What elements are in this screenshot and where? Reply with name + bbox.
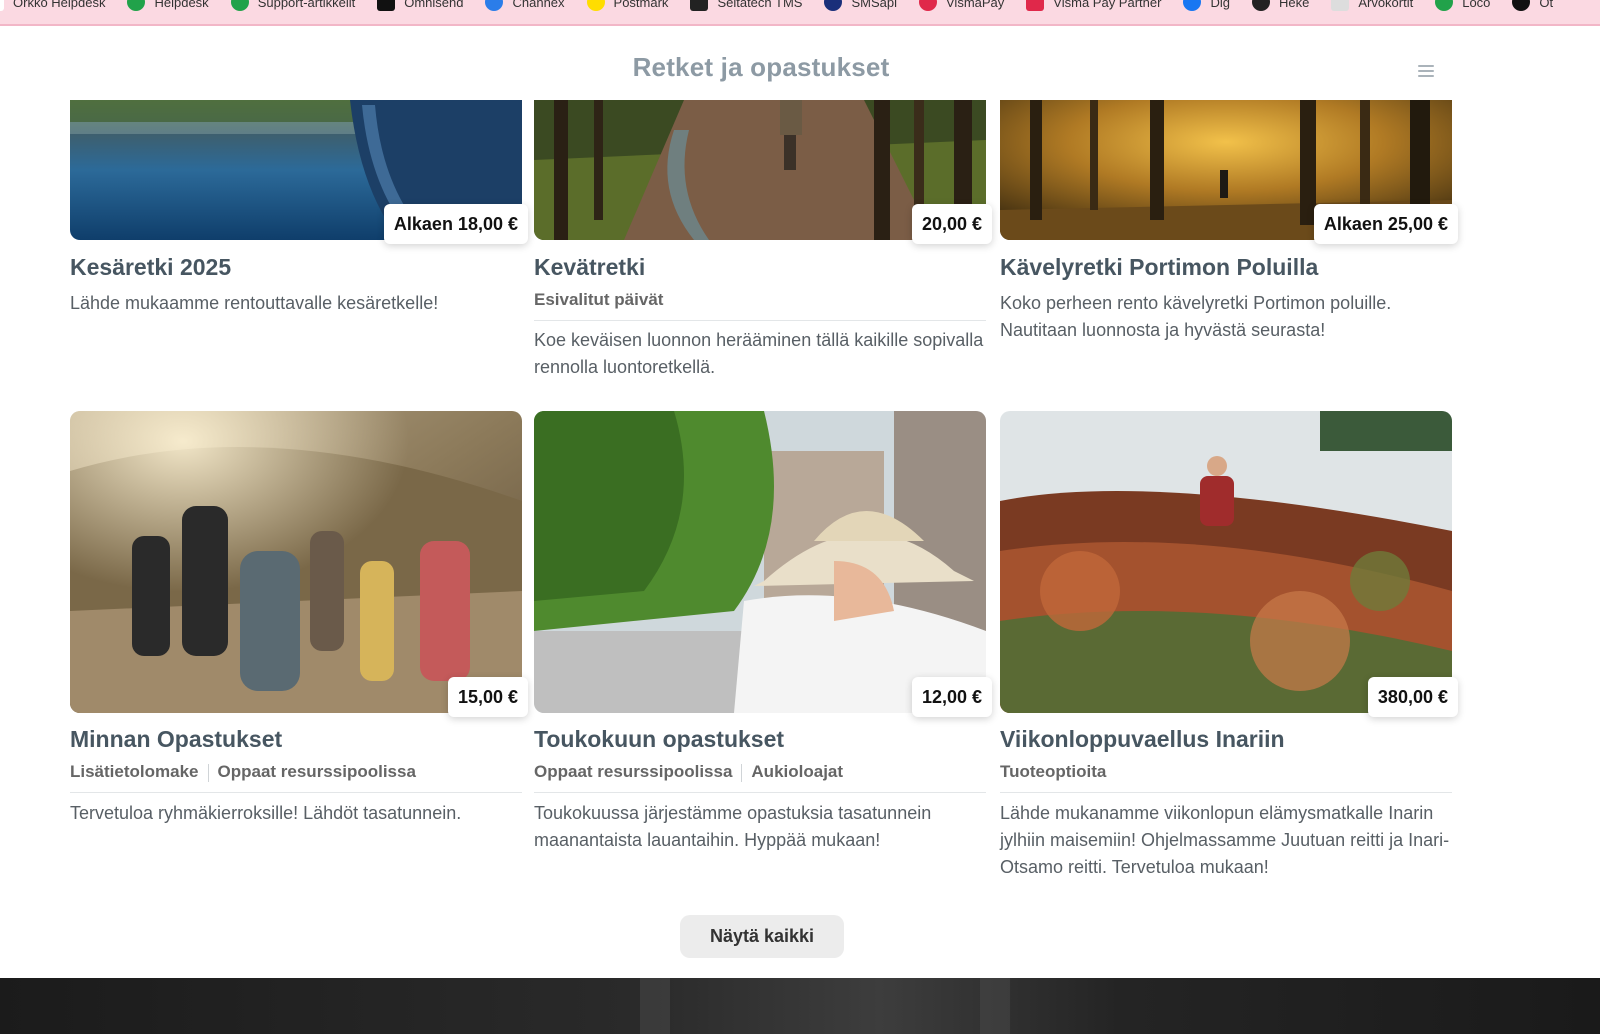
bookmark-label: Support-artikkelit <box>257 0 356 10</box>
price-badge: 20,00 € <box>911 204 992 244</box>
bookmark-label: Orkko Helpdesk <box>13 0 106 10</box>
postmark-icon <box>586 0 605 11</box>
card-title[interactable]: Toukokuun opastukset <box>534 726 784 753</box>
smsapi-icon <box>824 0 843 11</box>
bookmark-item[interactable]: SMSapi <box>824 0 897 11</box>
bookmark-label: Channex <box>512 0 565 10</box>
page-header: Retket ja opastukset <box>0 26 1600 100</box>
bookmark-item[interactable]: Support-artikkelit <box>230 0 356 11</box>
city-tour-photo <box>534 411 986 713</box>
bookmark-item[interactable]: Visma Pay Partner <box>1026 0 1162 11</box>
bookmark-label: Postmark <box>613 0 669 10</box>
tag: Oppaat resurssipoolissa <box>217 762 416 781</box>
card-image-inari-lake[interactable] <box>1000 411 1452 713</box>
hiking-group-photo <box>70 411 522 713</box>
tag-separator <box>741 763 743 782</box>
bookmark-label: SMSapi <box>851 0 897 10</box>
bookmark-item[interactable]: Channex <box>485 0 565 11</box>
card-title[interactable]: Kevätretki <box>534 254 645 281</box>
tag: Tuoteoptioita <box>1000 762 1107 781</box>
bookmark-label: Seitatech TMS <box>717 0 803 10</box>
footer-beam <box>980 978 1010 1034</box>
bookmark-label: Dig <box>1210 0 1230 10</box>
bookmark-item[interactable]: Heke <box>1251 0 1310 11</box>
bookmark-item[interactable]: Orkko Helpdesk <box>0 0 106 11</box>
card-description: Tervetuloa ryhmäkierroksille! Lähdöt tas… <box>70 803 462 823</box>
channex-icon <box>485 0 504 11</box>
heke-icon <box>1251 0 1270 11</box>
card-description: Lähde mukanamme viikonlopun elämysmatkal… <box>1000 803 1450 877</box>
support-icon <box>230 0 249 11</box>
bookmark-label: Visma Pay Partner <box>1053 0 1162 10</box>
price-badge: 15,00 € <box>447 677 528 717</box>
bookmarks-bar: Orkko Helpdesk Helpdesk Support-artikkelit… <box>0 0 1600 26</box>
bookmark-item[interactable]: Omnisend <box>377 0 464 11</box>
ot-icon <box>1512 0 1531 11</box>
bookmark-item[interactable]: Postmark <box>586 0 669 11</box>
tag: Esivalitut päivät <box>534 290 664 309</box>
dig-icon <box>1183 0 1202 11</box>
card-description: Koko perheen rento kävelyretki Portimon … <box>1000 293 1392 340</box>
vismapay-partner-icon <box>1026 0 1045 11</box>
bookmark-label: Loco <box>1462 0 1491 10</box>
card-title[interactable]: Viikonloppuvaellus Inariin <box>1000 726 1285 753</box>
bookmark-label: Arvokortit <box>1358 0 1414 10</box>
price-badge: Alkaen 25,00 € <box>1313 204 1458 244</box>
helpdesk-icon <box>127 0 146 11</box>
card-image-city-tour[interactable] <box>534 411 986 713</box>
tag: Aukioloajat <box>751 762 844 781</box>
bookmark-item[interactable]: Seitatech TMS <box>690 0 803 11</box>
bookmark-item[interactable]: Arvokortit <box>1331 0 1414 11</box>
price-badge: 380,00 € <box>1367 677 1458 717</box>
bookmark-label: Helpdesk <box>154 0 209 10</box>
card-image-hiking-group[interactable] <box>70 411 522 713</box>
orkko-icon <box>0 0 4 11</box>
price-badge: Alkaen 18,00 € <box>383 204 528 244</box>
card-tags: Oppaat resurssipoolissa Aukioloajat <box>534 762 986 793</box>
card-title[interactable]: Kävelyretki Portimon Poluilla <box>1000 254 1318 281</box>
omnisend-icon <box>377 0 396 11</box>
inari-lake-photo <box>1000 411 1452 713</box>
seitatech-icon <box>690 0 709 11</box>
bookmark-label: VismaPay <box>946 0 1005 10</box>
arvokortit-icon <box>1331 0 1350 11</box>
bookmark-label: Omnisend <box>404 0 464 10</box>
card-title[interactable]: Kesäretki 2025 <box>70 254 231 281</box>
page-title: Retket ja opastukset <box>632 52 890 82</box>
loco-icon <box>1435 0 1454 11</box>
card-tags: Tuoteoptioita <box>1000 762 1452 793</box>
card-description: Toukokuussa järjestämme opastuksia tasat… <box>534 803 932 850</box>
card-description: Lähde mukaamme rentouttavalle kesäretkel… <box>70 293 439 313</box>
tag: Oppaat resurssipoolissa <box>534 762 733 781</box>
tag: Lisätietolomake <box>70 762 199 781</box>
tag-separator <box>207 763 209 782</box>
bookmark-label: Ot <box>1539 0 1554 10</box>
hamburger-menu-icon[interactable] <box>1416 62 1438 80</box>
footer-beam <box>640 978 670 1034</box>
bookmark-item[interactable]: Dig <box>1183 0 1230 11</box>
bookmark-item[interactable]: Helpdesk <box>127 0 209 11</box>
card-tags: Lisätietolomake Oppaat resurssipoolissa <box>70 762 522 793</box>
price-badge: 12,00 € <box>911 677 992 717</box>
show-all-button[interactable]: Näytä kaikki <box>680 915 844 958</box>
card-title[interactable]: Minnan Opastukset <box>70 726 282 753</box>
bookmark-item[interactable]: Loco <box>1435 0 1491 11</box>
bookmark-item[interactable]: Ot <box>1512 0 1554 11</box>
footer-dark-section <box>0 978 1600 1034</box>
card-description: Koe keväisen luonnon herääminen tällä ka… <box>534 330 984 377</box>
bookmark-label: Heke <box>1278 0 1310 10</box>
vismapay-icon <box>919 0 937 11</box>
card-tags: Esivalitut päivät <box>534 290 986 321</box>
bookmark-item[interactable]: VismaPay <box>919 0 1005 11</box>
